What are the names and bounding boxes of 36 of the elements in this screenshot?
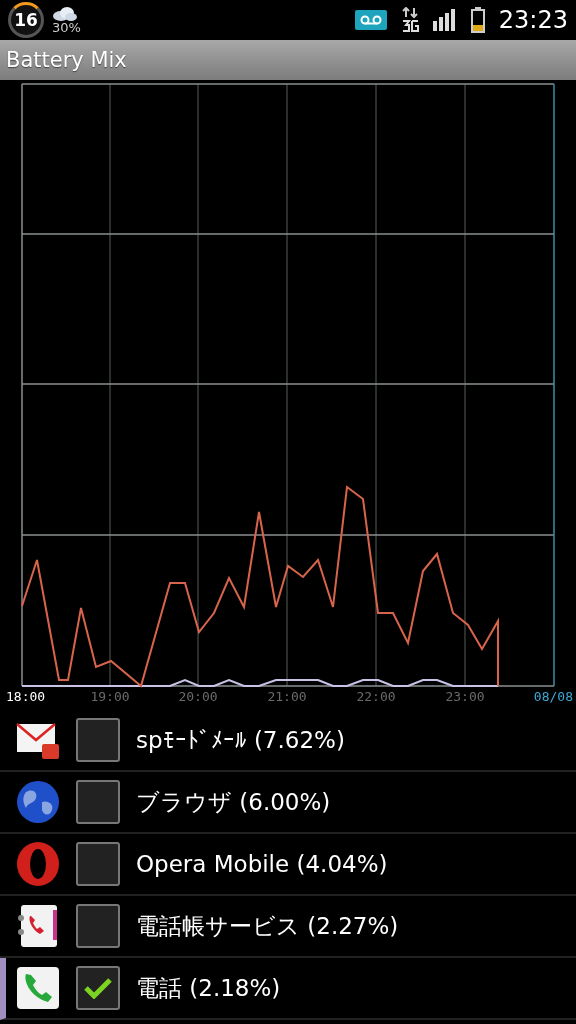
time-label: 23:00	[445, 689, 485, 704]
time-label: 22:00	[356, 689, 396, 704]
checkbox[interactable]	[76, 842, 120, 886]
voicemail-icon	[354, 10, 387, 30]
checkbox[interactable]	[76, 718, 120, 762]
cloud-icon	[52, 6, 78, 21]
app-row[interactable]: spﾓｰﾄﾞﾒｰﾙ (7.62%)	[0, 710, 576, 772]
app-name: spﾓｰﾄﾞﾒｰﾙ (7.62%)	[136, 727, 345, 753]
checkbox[interactable]	[76, 966, 120, 1010]
app-name: 電話 (2.18%)	[136, 973, 281, 1003]
app-row[interactable]: ブラウザ (6.00%)	[0, 772, 576, 834]
checkbox[interactable]	[76, 904, 120, 948]
checkmark-icon	[84, 977, 112, 999]
app-name: ブラウザ (6.00%)	[136, 787, 331, 817]
app-title: Battery Mix	[6, 48, 127, 72]
opera-icon	[16, 842, 60, 886]
time-label: 20:00	[178, 689, 218, 704]
app-name: 電話帳サービス (2.27%)	[136, 911, 399, 941]
time-label: 21:00	[267, 689, 307, 704]
app-row[interactable]: 電話 (2.18%)	[0, 958, 576, 1020]
time-label: 19:00	[90, 689, 130, 704]
battery-icon	[470, 7, 485, 33]
address-book-icon	[16, 904, 60, 948]
signal-icon	[432, 9, 457, 31]
notification-badge: 16	[8, 2, 44, 38]
app-row[interactable]: Opera Mobile (4.04%)	[0, 834, 576, 896]
date-label: 08/08	[533, 689, 573, 704]
app-name: Opera Mobile (4.04%)	[136, 851, 388, 877]
app-row[interactable]: 電話帳サービス (2.27%)	[0, 896, 576, 958]
phone-icon	[16, 966, 60, 1010]
globe-icon	[16, 780, 60, 824]
clock-time: 23:23	[498, 6, 568, 34]
weather-percent: 30%	[52, 20, 81, 34]
network-3g-icon	[400, 7, 419, 33]
time-label: 18:00	[6, 689, 46, 704]
checkbox[interactable]	[76, 780, 120, 824]
